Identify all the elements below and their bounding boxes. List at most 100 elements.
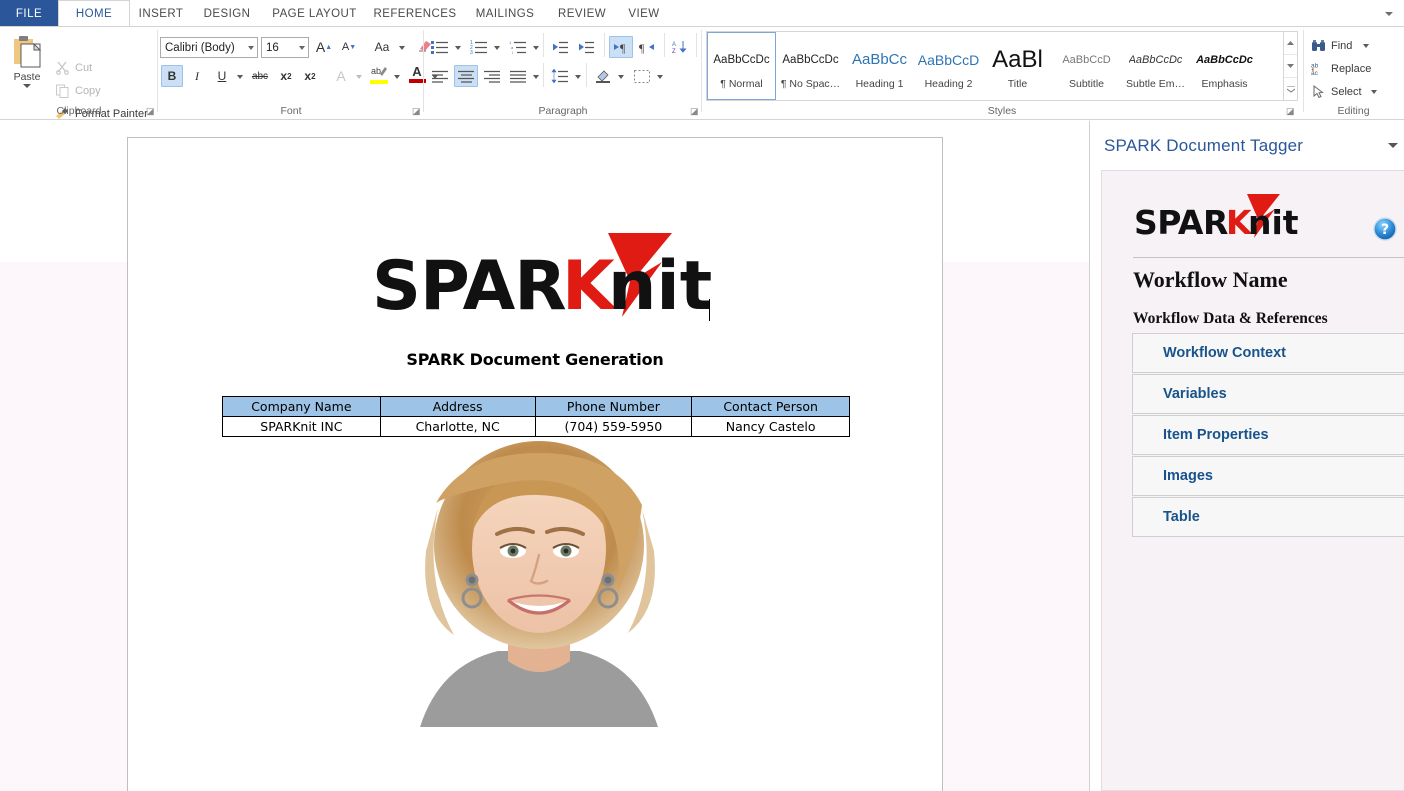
- scissors-icon: [55, 60, 70, 75]
- svg-text:3: 3: [470, 50, 473, 54]
- clipboard-dialog-launcher[interactable]: ◪: [146, 106, 156, 116]
- tab-home[interactable]: HOME: [58, 0, 130, 27]
- accordion-item-item-properties[interactable]: Item Properties: [1132, 415, 1404, 455]
- shrink-font-button[interactable]: A ▼: [338, 36, 360, 58]
- tab-mailings[interactable]: MAILINGS: [463, 0, 547, 27]
- strikethrough-button[interactable]: abc: [248, 65, 272, 87]
- accordion-item-table[interactable]: Table: [1132, 497, 1404, 537]
- paste-dropdown-caret[interactable]: [23, 84, 31, 88]
- underline-caret[interactable]: [237, 75, 243, 79]
- accordion-list: Workflow Context Variables Item Properties…: [1132, 333, 1404, 538]
- style-preview: AaBbCcD: [1062, 53, 1111, 66]
- chevron-down-icon[interactable]: [1388, 143, 1398, 148]
- numbering-button[interactable]: 123: [467, 36, 491, 58]
- bold-button[interactable]: B: [161, 65, 183, 87]
- align-left-button[interactable]: [428, 65, 452, 87]
- italic-button[interactable]: I: [186, 65, 208, 87]
- copy-button[interactable]: Copy: [55, 83, 101, 98]
- text-effects-caret[interactable]: [356, 75, 362, 79]
- styles-gallery-scrollbar[interactable]: [1284, 31, 1298, 101]
- style-item-subtitle[interactable]: AaBbCcD Subtitle: [1052, 32, 1121, 100]
- addin-divider: [1133, 257, 1404, 258]
- chevron-down-icon[interactable]: [299, 45, 305, 50]
- table-row[interactable]: SPARKnit INC Charlotte, NC (704) 559-595…: [222, 416, 850, 437]
- style-item-subtle-em[interactable]: AaBbCcDc Subtle Em…: [1121, 32, 1190, 100]
- font-family-combo[interactable]: Calibri (Body): [160, 37, 258, 58]
- document-page[interactable]: SPAR K nit SPARK Document Generation Com…: [127, 137, 943, 791]
- numbering-caret[interactable]: [494, 46, 500, 50]
- highlight-caret[interactable]: [394, 75, 400, 79]
- style-item-heading-1[interactable]: AaBbCc Heading 1: [845, 32, 914, 100]
- align-right-button[interactable]: [480, 65, 504, 87]
- ltr-text-direction-button[interactable]: ¶: [609, 36, 633, 58]
- tab-file[interactable]: FILE: [0, 0, 58, 27]
- borders-button[interactable]: [630, 65, 654, 87]
- accordion-item-label: Variables: [1163, 386, 1227, 402]
- bullets-caret[interactable]: [455, 46, 461, 50]
- style-item-heading-2[interactable]: AaBbCcD Heading 2: [914, 32, 983, 100]
- accordion-item-workflow-context[interactable]: Workflow Context: [1132, 333, 1404, 373]
- bullets-button[interactable]: [428, 36, 452, 58]
- styles-gallery[interactable]: AaBbCcDc ¶ Normal AaBbCcDc ¶ No Spac… AaBbCc…: [706, 31, 1284, 101]
- decrease-indent-button[interactable]: [548, 36, 572, 58]
- multilevel-caret[interactable]: [533, 46, 539, 50]
- document-canvas[interactable]: SPAR K nit SPARK Document Generation Com…: [0, 121, 1089, 791]
- tab-review[interactable]: REVIEW: [547, 0, 617, 27]
- select-caret[interactable]: [1370, 89, 1377, 94]
- text-highlight-color-button[interactable]: ab: [367, 61, 391, 87]
- font-dialog-launcher[interactable]: ◪: [412, 106, 422, 116]
- multilevel-list-button[interactable]: 1ai: [506, 36, 530, 58]
- tab-insert[interactable]: INSERT: [130, 0, 192, 27]
- shading-button[interactable]: [591, 65, 615, 87]
- select-button[interactable]: Select: [1311, 84, 1377, 99]
- chevron-down-icon[interactable]: [248, 45, 254, 50]
- text-effects-button[interactable]: A: [330, 65, 352, 87]
- line-spacing-button[interactable]: [548, 65, 572, 87]
- tab-references[interactable]: REFERENCES: [367, 0, 463, 27]
- styles-more-button[interactable]: [1284, 78, 1297, 100]
- line-spacing-caret[interactable]: [575, 75, 581, 79]
- shading-caret[interactable]: [618, 75, 624, 79]
- replace-button[interactable]: ab ac Replace: [1311, 61, 1371, 78]
- style-preview: AaBbCcDc: [713, 53, 770, 66]
- style-item-title[interactable]: AaBl Title: [983, 32, 1052, 100]
- style-item-normal[interactable]: AaBbCcDc ¶ Normal: [707, 32, 776, 100]
- svg-text:¶: ¶: [639, 41, 645, 54]
- tab-view[interactable]: VIEW: [617, 0, 671, 27]
- find-label: Find: [1331, 39, 1353, 52]
- rtl-text-direction-button[interactable]: ¶: [635, 36, 659, 58]
- superscript-button[interactable]: x2: [299, 65, 321, 87]
- find-button[interactable]: Find: [1311, 38, 1370, 53]
- underline-button[interactable]: U: [211, 65, 233, 87]
- style-item-emphasis[interactable]: AaBbCcDc Emphasis: [1190, 32, 1259, 100]
- change-case-caret[interactable]: [399, 46, 405, 50]
- subscript-button[interactable]: x2: [275, 65, 297, 87]
- increase-indent-button[interactable]: [574, 36, 598, 58]
- paragraph-dialog-launcher[interactable]: ◪: [690, 106, 700, 116]
- help-question-icon[interactable]: ?: [1373, 217, 1397, 241]
- table-cell: SPARKnit INC: [222, 416, 381, 437]
- cut-button[interactable]: Cut: [55, 60, 92, 75]
- styles-scroll-up-button[interactable]: [1284, 32, 1297, 55]
- document-portrait-image[interactable]: [380, 437, 698, 727]
- justify-button[interactable]: [506, 65, 530, 87]
- document-data-table[interactable]: Company Name Address Phone Number Contac…: [222, 396, 850, 437]
- chevron-down-icon[interactable]: [1382, 7, 1396, 21]
- grow-font-button[interactable]: A ▲: [313, 36, 335, 58]
- sort-button[interactable]: AZ: [668, 36, 692, 58]
- align-center-button[interactable]: [454, 65, 478, 87]
- accordion-item-variables[interactable]: Variables: [1132, 374, 1404, 414]
- paste-button[interactable]: Paste: [6, 31, 48, 113]
- tab-page-layout[interactable]: PAGE LAYOUT: [262, 0, 367, 27]
- styles-scroll-down-button[interactable]: [1284, 55, 1297, 78]
- find-caret[interactable]: [1363, 43, 1370, 48]
- tab-design[interactable]: DESIGN: [192, 0, 262, 27]
- change-case-button[interactable]: Aa: [367, 36, 397, 58]
- select-label: Select: [1331, 85, 1362, 98]
- accordion-item-images[interactable]: Images: [1132, 456, 1404, 496]
- justify-caret[interactable]: [533, 75, 539, 79]
- borders-caret[interactable]: [657, 75, 663, 79]
- font-size-combo[interactable]: 16: [261, 37, 309, 58]
- styles-dialog-launcher[interactable]: ◪: [1286, 106, 1296, 116]
- style-item-no-spac[interactable]: AaBbCcDc ¶ No Spac…: [776, 32, 845, 100]
